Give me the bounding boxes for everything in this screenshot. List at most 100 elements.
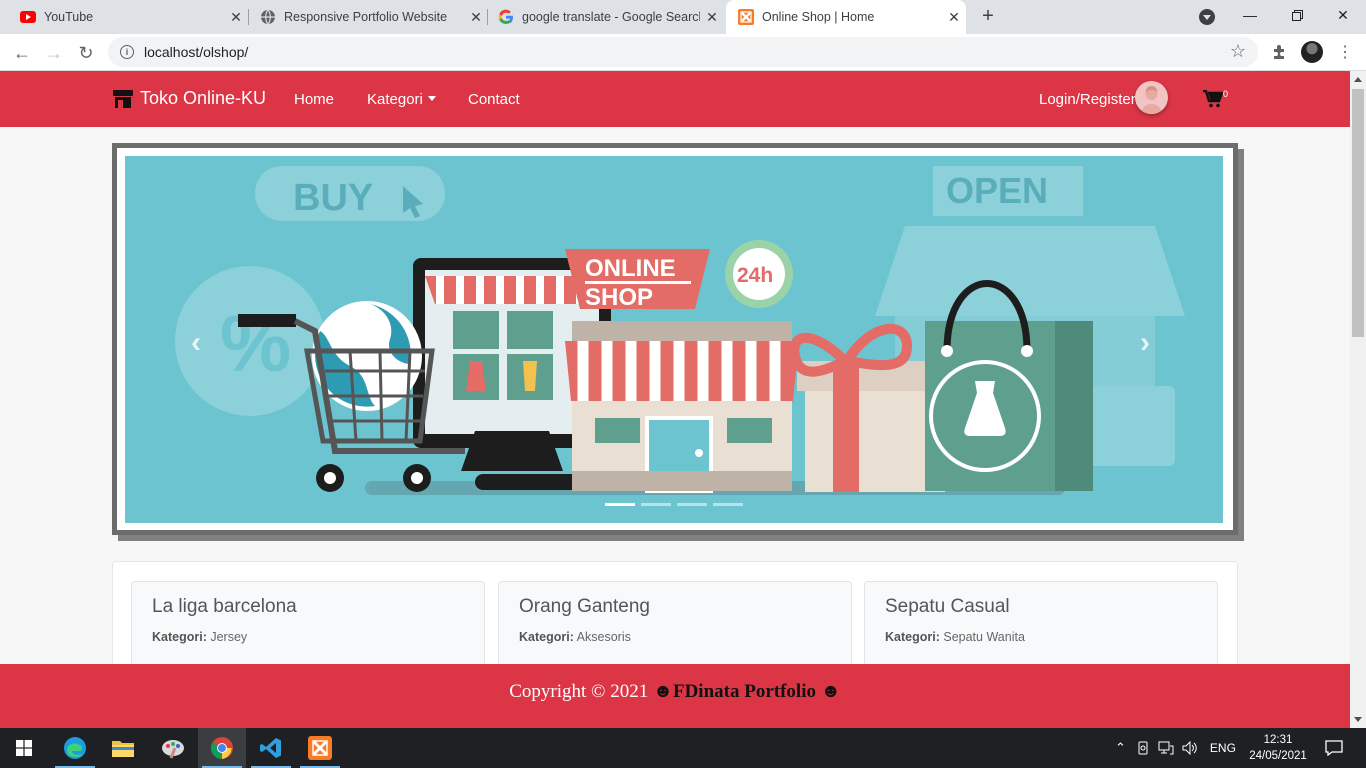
url-text: localhost/olshop/ — [144, 44, 249, 60]
chrome-icon[interactable] — [198, 728, 246, 768]
clock-date: 24/05/2021 — [1249, 750, 1307, 762]
login-register-link[interactable]: Login/Register — [1039, 91, 1136, 108]
brand-link[interactable]: Toko Online-KU — [112, 88, 266, 109]
page-scrollbar[interactable] — [1350, 71, 1366, 728]
vscode-icon[interactable] — [247, 728, 295, 768]
restore-button[interactable] — [1274, 0, 1320, 30]
show-hidden-icons-chevron-icon[interactable]: ⌃ — [1115, 740, 1126, 756]
banner-24h-text: 24h — [737, 264, 773, 287]
nav-kategori-dropdown[interactable]: Kategori — [367, 91, 436, 108]
volume-icon[interactable] — [1182, 741, 1198, 755]
nav-contact[interactable]: Contact — [468, 91, 520, 108]
product-category: Kategori: Sepatu Wanita — [885, 630, 1197, 644]
windows-taskbar: ⌃ ENG 12:31 24/05/2021 — [0, 728, 1366, 768]
windows-start-icon[interactable] — [0, 728, 48, 768]
carousel-prev-icon[interactable]: ‹ — [191, 326, 201, 360]
tab-youtube[interactable]: YouTube ✕ — [0, 0, 248, 34]
address-bar[interactable]: i localhost/olshop/ ☆ — [108, 37, 1258, 67]
extensions-puzzle-icon[interactable] — [1270, 42, 1290, 62]
nav-kategori-label: Kategori — [367, 91, 423, 108]
banner-shop-text: SHOP — [585, 284, 653, 311]
nav-home[interactable]: Home — [294, 91, 334, 108]
minimize-button[interactable]: — — [1227, 0, 1273, 30]
shopping-cart-icon[interactable] — [1203, 90, 1223, 108]
system-tray: ⌃ ENG — [1115, 728, 1236, 768]
forward-arrow-icon[interactable]: → — [40, 39, 68, 67]
product-category: Kategori: Jersey — [152, 630, 464, 644]
tab-search-icon[interactable] — [1199, 9, 1215, 25]
info-icon[interactable]: i — [120, 45, 134, 59]
category-label: Kategori: — [519, 630, 574, 644]
carousel-next-icon[interactable]: › — [1140, 326, 1150, 360]
back-arrow-icon[interactable]: ← — [8, 39, 36, 67]
cart-count-badge: 0 — [1223, 89, 1229, 99]
edge-icon[interactable] — [51, 728, 99, 768]
browser-toolbar: ← → ↻ i localhost/olshop/ ☆ ⋮ — [0, 34, 1366, 71]
svg-text:%: % — [220, 299, 291, 388]
category-value: Jersey — [210, 630, 248, 644]
bookmark-star-icon[interactable]: ☆ — [1230, 41, 1246, 62]
youtube-icon — [20, 9, 36, 25]
category-value: Aksesoris — [576, 630, 631, 644]
paint-app-icon[interactable] — [149, 728, 197, 768]
tab-online-shop[interactable]: Online Shop | Home ✕ — [726, 0, 966, 34]
brand-text: Toko Online-KU — [140, 88, 267, 108]
tab-title: google translate - Google Search — [522, 10, 700, 24]
site-footer: Copyright © 2021 ☻FDinata Portfolio ☻ — [0, 664, 1350, 728]
carousel-indicator[interactable] — [605, 503, 635, 506]
smiley-icon: ☻ — [652, 681, 673, 702]
scroll-thumb[interactable] — [1352, 89, 1364, 337]
browser-tabstrip: YouTube ✕ Responsive Portfolio Website ✕… — [0, 0, 1366, 34]
close-tab-icon[interactable]: ✕ — [700, 9, 724, 26]
product-name: Sepatu Casual — [885, 596, 1010, 617]
globe-icon — [260, 9, 276, 25]
category-value: Sepatu Wanita — [943, 630, 1025, 644]
product-category: Kategori: Aksesoris — [519, 630, 831, 644]
website: Toko Online-KU Home Kategori Contact Log… — [0, 71, 1350, 728]
site-navbar: Toko Online-KU Home Kategori Contact Log… — [0, 71, 1350, 127]
tab-portfolio[interactable]: Responsive Portfolio Website ✕ — [240, 0, 488, 34]
smiley-icon: ☻ — [820, 681, 841, 702]
banner-open-text: OPEN — [946, 170, 1048, 211]
system-clock[interactable]: 12:31 24/05/2021 — [1244, 732, 1312, 764]
tab-google-search[interactable]: google translate - Google Search ✕ — [478, 0, 724, 34]
reload-icon[interactable]: ↻ — [72, 39, 100, 67]
banner-online-text: ONLINE — [585, 255, 676, 282]
battery-saver-icon[interactable] — [1136, 741, 1150, 755]
more-menu-icon[interactable]: ⋮ — [1337, 42, 1353, 62]
notification-center-icon[interactable] — [1310, 728, 1358, 768]
carousel-indicator[interactable] — [641, 503, 671, 506]
carousel-indicators — [605, 503, 743, 506]
google-icon — [498, 9, 514, 25]
tab-title: Online Shop | Home — [762, 10, 875, 24]
new-tab-button[interactable]: + — [976, 4, 1000, 28]
tab-title: YouTube — [44, 10, 94, 24]
close-window-button[interactable]: ✕ — [1320, 0, 1366, 30]
tab-title: Responsive Portfolio Website — [284, 10, 448, 24]
carousel-indicator[interactable] — [677, 503, 707, 506]
file-explorer-icon[interactable] — [99, 728, 147, 768]
close-tab-icon[interactable]: ✕ — [942, 9, 966, 26]
category-label: Kategori: — [885, 630, 940, 644]
banner-buy-text: BUY — [293, 177, 373, 219]
product-name: La liga barcelona — [152, 596, 297, 617]
xampp-icon — [738, 9, 754, 25]
xampp-taskbar-icon[interactable] — [296, 728, 344, 768]
carousel: BUY % OPEN ONLINE SHOP 24h ‹ › — [125, 156, 1223, 523]
user-avatar[interactable] — [1135, 81, 1168, 114]
profile-avatar[interactable] — [1301, 41, 1323, 63]
clock-time: 12:31 — [1263, 734, 1293, 746]
network-icon[interactable] — [1158, 741, 1174, 755]
copyright-text: Copyright © 2021 — [509, 681, 649, 702]
scroll-down-arrow[interactable] — [1354, 717, 1362, 722]
carousel-indicator[interactable] — [713, 503, 743, 506]
caret-down-icon — [427, 96, 436, 101]
language-indicator[interactable]: ENG — [1210, 741, 1236, 755]
product-name: Orang Ganteng — [519, 596, 650, 617]
category-label: Kategori: — [152, 630, 207, 644]
store-icon — [113, 89, 133, 108]
scroll-up-arrow[interactable] — [1354, 77, 1362, 82]
online-shop-banner: BUY % OPEN ONLINE SHOP 24h — [175, 166, 1185, 495]
carousel-frame: BUY % OPEN ONLINE SHOP 24h ‹ › — [112, 143, 1238, 535]
footer-brand: FDinata Portfolio — [672, 681, 816, 702]
